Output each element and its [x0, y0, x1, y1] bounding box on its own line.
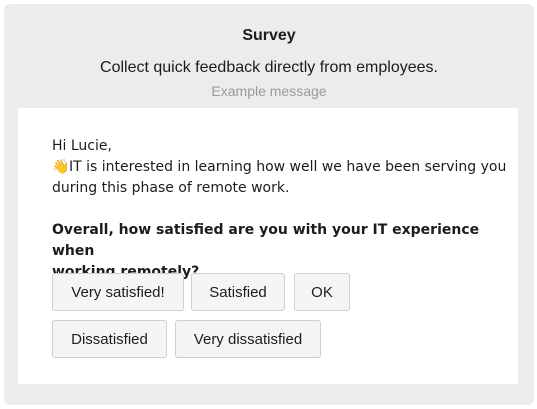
- dissatisfied-button[interactable]: Dissatisfied: [52, 320, 167, 358]
- example-caption: Example message: [211, 83, 327, 99]
- satisfied-button[interactable]: Satisfied: [191, 273, 285, 311]
- waving-hand-icon: 👋: [52, 159, 70, 175]
- greeting: Hi Lucie,: [52, 138, 112, 154]
- message-text-1: IT is interested in learning how well we…: [69, 159, 507, 175]
- example-message-card: Hi Lucie, 👋IT is interested in learning …: [18, 108, 518, 384]
- very-dissatisfied-button[interactable]: Very dissatisfied: [175, 320, 321, 358]
- survey-preview-panel: Survey Collect quick feedback directly f…: [4, 4, 534, 405]
- survey-description: Collect quick feedback directly from emp…: [100, 59, 438, 76]
- survey-title: Survey: [242, 27, 296, 44]
- message-text-2: during this phase of remote work.: [52, 180, 290, 196]
- question-line-1: Overall, how satisfied are you with your…: [52, 222, 480, 259]
- message-line: 👋IT is interested in learning how well w…: [52, 157, 506, 178]
- message-body: Hi Lucie, 👋IT is interested in learning …: [52, 136, 506, 199]
- ok-button[interactable]: OK: [294, 273, 350, 311]
- very-satisfied-button[interactable]: Very satisfied!: [52, 273, 184, 311]
